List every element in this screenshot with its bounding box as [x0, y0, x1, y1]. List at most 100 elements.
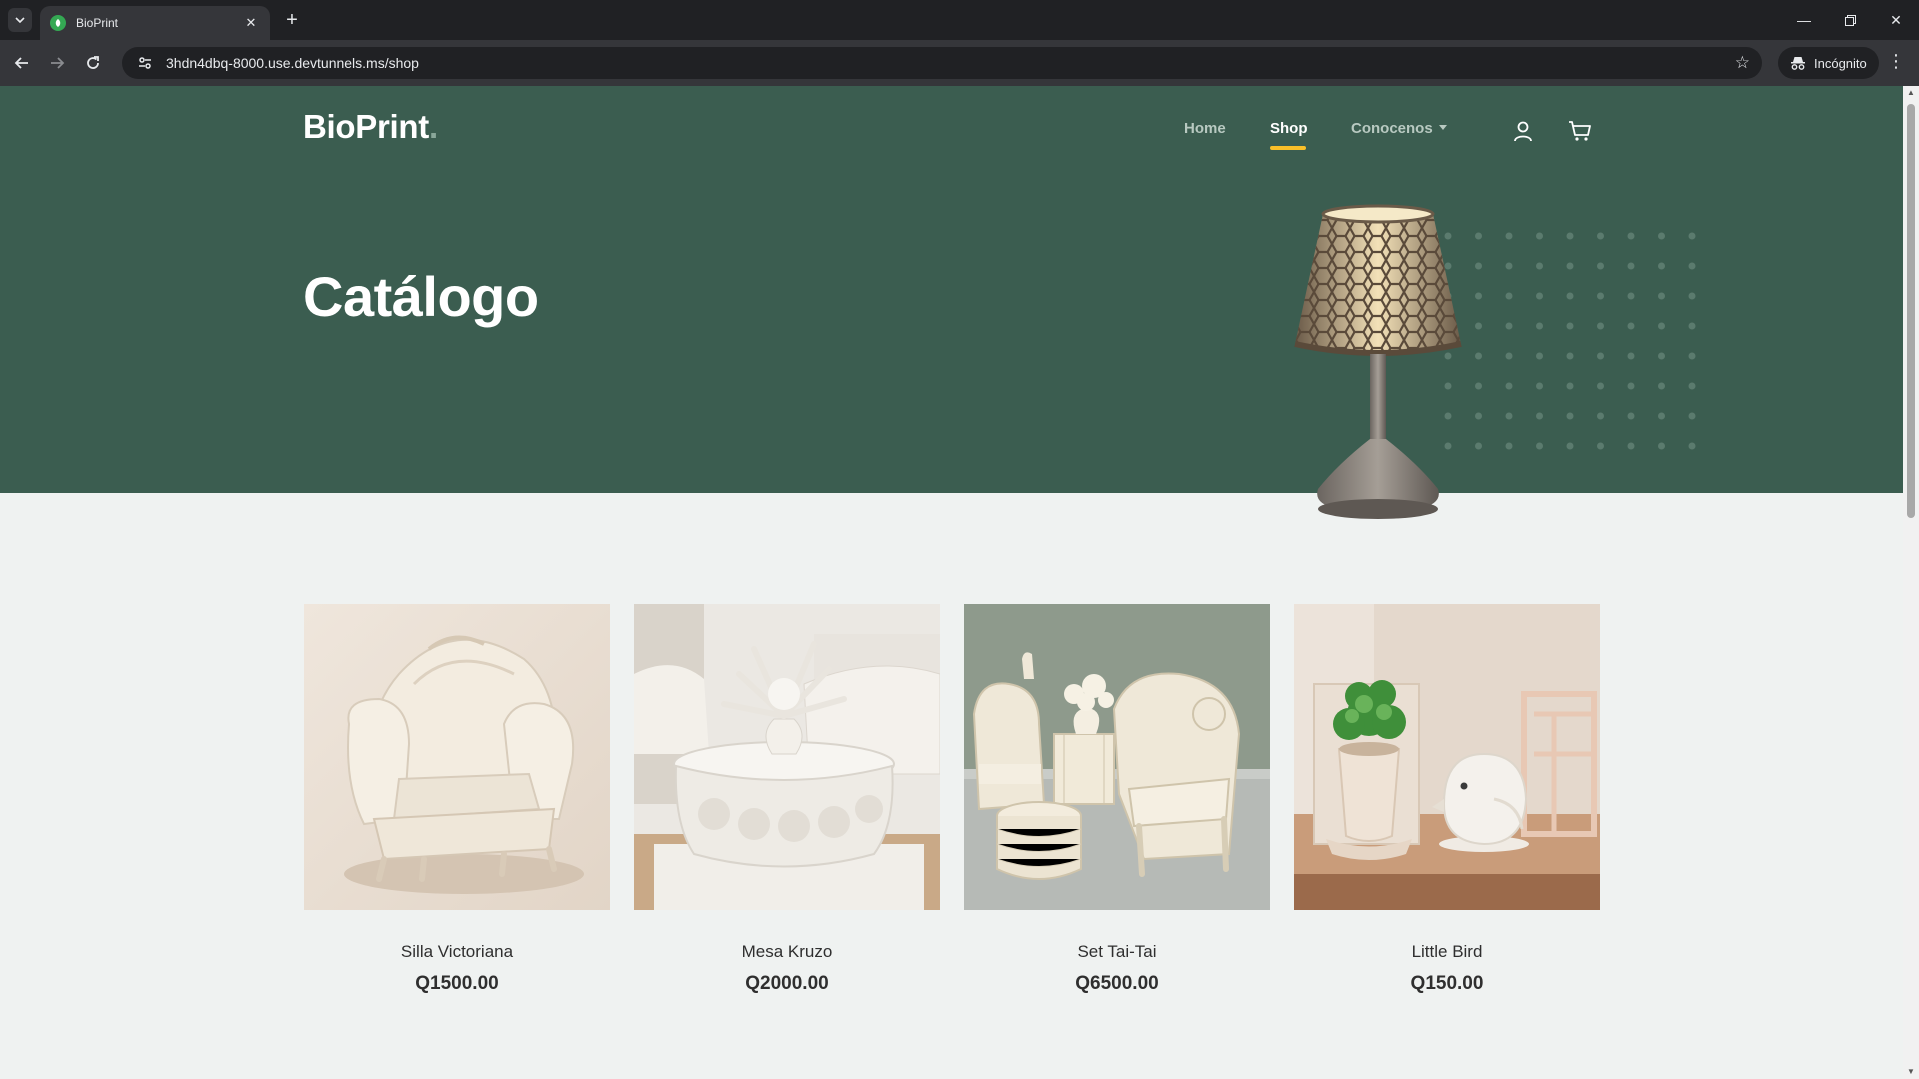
dot [1658, 292, 1665, 300]
reload-icon [87, 56, 99, 69]
dot [1627, 352, 1635, 360]
forward-button[interactable] [45, 51, 69, 75]
dot [1658, 382, 1665, 390]
victorian-chair-image [304, 604, 610, 910]
cart-button[interactable] [1567, 118, 1593, 144]
window-controls: — ✕ [1781, 0, 1919, 40]
dot [1566, 352, 1574, 360]
product-card[interactable]: Silla Victoriana Q1500.00 [304, 604, 610, 1024]
product-card[interactable]: Little Bird Q150.00 [1294, 604, 1600, 1024]
dot [1688, 352, 1696, 360]
user-icon [1514, 121, 1532, 142]
dot [1688, 262, 1696, 270]
dot [1688, 232, 1696, 240]
product-image[interactable] [1294, 604, 1600, 910]
dot [1536, 382, 1543, 390]
site-settings-icon[interactable] [136, 54, 154, 72]
dot [1627, 382, 1635, 390]
dot [1566, 232, 1574, 240]
dot [1505, 262, 1513, 270]
scroll-up-arrow-icon[interactable]: ▲ [1906, 88, 1916, 98]
nav-conocenos-link[interactable]: Conocenos [1351, 120, 1447, 137]
dot [1688, 322, 1696, 330]
dot [1658, 232, 1665, 240]
dot [1566, 262, 1574, 270]
dot [1505, 442, 1513, 450]
browser-menu-icon[interactable]: ⋮ [1884, 51, 1908, 72]
product-price: Q6500.00 [1075, 973, 1159, 994]
bioprint-favicon-icon [50, 15, 66, 31]
dot [1688, 442, 1696, 450]
dot [1658, 352, 1665, 360]
close-window-button[interactable]: ✕ [1873, 0, 1919, 40]
dot [1505, 352, 1513, 360]
new-tab-button[interactable]: + [280, 9, 304, 31]
page-title: Catálogo [303, 265, 539, 328]
dot [1536, 442, 1543, 450]
dot [1536, 292, 1543, 300]
main-nav: Home Shop Conocenos [0, 120, 1903, 160]
browser-tab-bar: BioPrint ✕ + — ✕ [0, 0, 1919, 40]
product-price: Q150.00 [1410, 973, 1484, 994]
browser-tab[interactable]: BioPrint ✕ [40, 6, 270, 40]
dot [1597, 412, 1604, 420]
dot [1597, 232, 1604, 240]
rattan-set-image [964, 604, 1270, 910]
dot [1597, 352, 1604, 360]
restore-button[interactable] [1827, 0, 1873, 40]
nav-shop-link[interactable]: Shop [1270, 120, 1308, 137]
dot [1597, 292, 1604, 300]
product-name[interactable]: Set Tai-Tai [964, 942, 1270, 962]
product-card[interactable]: Set Tai-Tai Q6500.00 [964, 604, 1270, 1024]
round-table-image [634, 604, 940, 910]
dot [1688, 412, 1696, 420]
decorative-dot-grid [1444, 232, 1696, 450]
product-image[interactable] [964, 604, 1270, 910]
account-button[interactable] [1510, 118, 1536, 144]
minimize-button[interactable]: — [1781, 0, 1827, 40]
arrow-left-icon [14, 57, 28, 69]
incognito-label: Incógnito [1814, 55, 1867, 71]
url-text: 3hdn4dbq-8000.use.devtunnels.ms/shop [166, 55, 419, 71]
incognito-indicator[interactable]: Incógnito [1778, 47, 1879, 79]
dot [1597, 382, 1604, 390]
dot [1627, 262, 1635, 270]
product-name[interactable]: Silla Victoriana [304, 942, 610, 962]
scrollbar-thumb[interactable] [1907, 104, 1915, 518]
page-scrollbar[interactable]: ▲ ▼ [1903, 86, 1919, 1079]
page-viewport: BioPrint. Home Shop Conocenos Catálogo S… [0, 86, 1919, 1079]
nav-home-link[interactable]: Home [1184, 120, 1226, 137]
dot [1658, 412, 1665, 420]
scroll-down-arrow-icon[interactable]: ▼ [1906, 1067, 1916, 1077]
dot [1536, 352, 1543, 360]
dot [1566, 322, 1574, 330]
dropdown-caret-icon [1438, 125, 1447, 131]
bookmark-star-icon[interactable]: ☆ [1735, 53, 1750, 73]
arrow-right-icon [51, 57, 65, 69]
dot [1627, 322, 1635, 330]
address-bar[interactable]: 3hdn4dbq-8000.use.devtunnels.ms/shop ☆ [122, 47, 1762, 79]
cart-icon [1569, 121, 1591, 141]
tab-search-button[interactable] [8, 8, 32, 32]
reload-button[interactable] [81, 51, 105, 75]
product-image[interactable] [304, 604, 610, 910]
dot [1627, 412, 1635, 420]
dot [1658, 322, 1665, 330]
dot [1688, 292, 1696, 300]
dot [1536, 412, 1543, 420]
product-name[interactable]: Mesa Kruzo [634, 942, 940, 962]
dot [1505, 232, 1513, 240]
product-card[interactable]: Mesa Kruzo Q2000.00 [634, 604, 940, 1024]
back-button[interactable] [10, 51, 34, 75]
dot [1505, 322, 1513, 330]
dot [1505, 412, 1513, 420]
product-image[interactable] [634, 604, 940, 910]
product-price: Q1500.00 [415, 973, 499, 994]
dot [1566, 382, 1574, 390]
dot [1627, 442, 1635, 450]
product-name[interactable]: Little Bird [1294, 942, 1600, 962]
active-nav-indicator [1270, 146, 1306, 150]
close-tab-icon[interactable]: ✕ [242, 15, 260, 31]
product-price: Q2000.00 [745, 973, 829, 994]
nav-conocenos-label: Conocenos [1351, 120, 1433, 137]
